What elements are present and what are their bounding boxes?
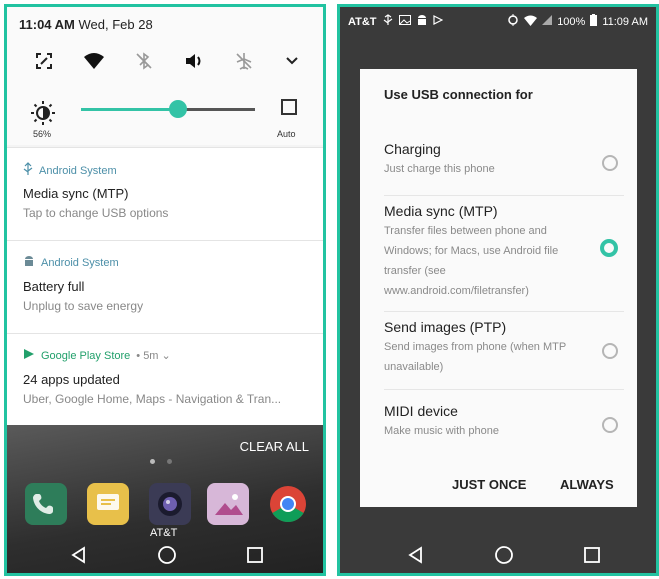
notification-title: Media sync (MTP) bbox=[23, 186, 129, 201]
back-icon[interactable] bbox=[67, 543, 91, 567]
bluetooth-off-icon[interactable] bbox=[129, 47, 159, 75]
signal-icon bbox=[542, 15, 553, 28]
recents-icon[interactable] bbox=[243, 543, 267, 567]
usb-icon bbox=[383, 14, 393, 29]
option-charging[interactable]: Charging Just charge this phone bbox=[384, 141, 624, 196]
status-bar: AT&T 100% 11:09 AM bbox=[340, 7, 656, 33]
brightness-slider-fill bbox=[81, 108, 179, 111]
option-description: Just charge this phone bbox=[384, 163, 495, 175]
nfc-icon bbox=[507, 14, 519, 29]
brightness-percent: 56% bbox=[33, 129, 52, 139]
notification-app-name: Android System bbox=[41, 257, 119, 269]
status-time: 11:09 AM bbox=[602, 15, 648, 28]
clear-all-button[interactable]: CLEAR ALL bbox=[240, 439, 309, 454]
notification-title: 24 apps updated bbox=[23, 372, 120, 387]
back-icon[interactable] bbox=[404, 543, 428, 567]
notification-meta: • 5m ⌄ bbox=[136, 350, 171, 362]
sound-icon[interactable] bbox=[179, 47, 209, 75]
notification-title: Battery full bbox=[23, 279, 85, 294]
brightness-row: 56% Auto bbox=[7, 99, 323, 139]
home-icon[interactable] bbox=[492, 543, 516, 567]
notification-play-store[interactable]: Google Play Store • 5m ⌄ 24 apps updated… bbox=[7, 333, 323, 426]
brightness-slider[interactable] bbox=[81, 100, 255, 118]
option-midi[interactable]: MIDI device Make music with phone bbox=[384, 403, 624, 453]
option-description: Transfer files between phone and Windows… bbox=[384, 225, 559, 297]
left-phone-screen: 11:04 AM Wed, Feb 28 56% Auto Android Sy… bbox=[4, 4, 326, 576]
recents-icon[interactable] bbox=[580, 543, 604, 567]
option-description: Send images from phone (when MTP unavail… bbox=[384, 341, 566, 373]
radio-send-images[interactable] bbox=[602, 343, 618, 359]
gallery-app-icon[interactable] bbox=[207, 483, 249, 525]
usb-connection-dialog: Use USB connection for Charging Just cha… bbox=[360, 69, 637, 507]
auto-brightness-checkbox[interactable] bbox=[281, 99, 297, 115]
notification-app-name: Android System bbox=[39, 164, 117, 177]
notification-subtitle: Tap to change USB options bbox=[23, 206, 169, 220]
notification-app-name: Google Play Store bbox=[41, 349, 131, 362]
wifi-icon bbox=[524, 15, 538, 29]
notification-app-row: Google Play Store • 5m ⌄ bbox=[23, 348, 171, 363]
android-icon bbox=[23, 255, 35, 271]
notification-battery[interactable]: Android System Battery full Unplug to sa… bbox=[7, 240, 323, 333]
nav-bar bbox=[7, 537, 323, 573]
home-icon[interactable] bbox=[155, 543, 179, 567]
dialog-title: Use USB connection for bbox=[384, 87, 533, 102]
battery-icon bbox=[590, 14, 598, 29]
just-once-button[interactable]: JUST ONCE bbox=[452, 477, 526, 492]
option-title: Charging bbox=[384, 141, 441, 157]
wifi-icon[interactable] bbox=[79, 47, 109, 75]
carrier-label: AT&T bbox=[348, 15, 377, 28]
notification-app-row: Android System bbox=[23, 162, 117, 179]
brightness-slider-knob[interactable] bbox=[169, 100, 188, 118]
option-title: Send images (PTP) bbox=[384, 319, 507, 335]
usb-icon bbox=[23, 162, 33, 179]
notification-subtitle: Unplug to save energy bbox=[23, 299, 144, 313]
radio-midi[interactable] bbox=[602, 417, 618, 433]
image-icon bbox=[398, 15, 411, 28]
radio-media-sync[interactable] bbox=[600, 239, 618, 257]
notification-app-row: Android System bbox=[23, 255, 119, 271]
phone-app-icon[interactable] bbox=[25, 483, 67, 525]
nav-bar bbox=[340, 537, 656, 573]
status-date: Wed, Feb 28 bbox=[78, 17, 153, 32]
chevron-down-icon[interactable] bbox=[277, 47, 307, 75]
battery-percent: 100% bbox=[557, 15, 586, 28]
page-indicator bbox=[150, 451, 184, 469]
play-store-icon bbox=[23, 348, 35, 363]
right-phone-screen: AT&T 100% 11:09 AM Use USB connection fo… bbox=[337, 4, 659, 576]
chrome-app-icon[interactable] bbox=[267, 483, 309, 525]
auto-brightness-label: Auto bbox=[277, 129, 296, 139]
android-icon bbox=[417, 14, 427, 29]
option-send-images[interactable]: Send images (PTP) Send images from phone… bbox=[384, 319, 624, 390]
option-description: Make music with phone bbox=[384, 425, 499, 437]
radio-charging[interactable] bbox=[602, 155, 618, 171]
home-screen: CLEAR ALL AT&T bbox=[7, 425, 323, 573]
camera-app-icon[interactable] bbox=[149, 483, 191, 525]
airplane-off-icon[interactable] bbox=[229, 47, 259, 75]
always-button[interactable]: ALWAYS bbox=[560, 477, 614, 492]
play-store-icon bbox=[432, 15, 443, 28]
status-time: 11:04 AM Wed, Feb 28 bbox=[19, 17, 153, 32]
quick-settings-panel: 11:04 AM Wed, Feb 28 56% Auto bbox=[7, 7, 323, 145]
screen-rotate-icon[interactable] bbox=[29, 47, 59, 75]
brightness-icon bbox=[29, 99, 57, 127]
messages-app-icon[interactable] bbox=[87, 483, 129, 525]
option-media-sync[interactable]: Media sync (MTP) Transfer files between … bbox=[384, 203, 624, 312]
option-title: MIDI device bbox=[384, 403, 458, 419]
option-title: Media sync (MTP) bbox=[384, 203, 498, 219]
notification-subtitle: Uber, Google Home, Maps - Navigation & T… bbox=[23, 392, 282, 406]
notification-usb[interactable]: Android System Media sync (MTP) Tap to c… bbox=[7, 147, 323, 240]
